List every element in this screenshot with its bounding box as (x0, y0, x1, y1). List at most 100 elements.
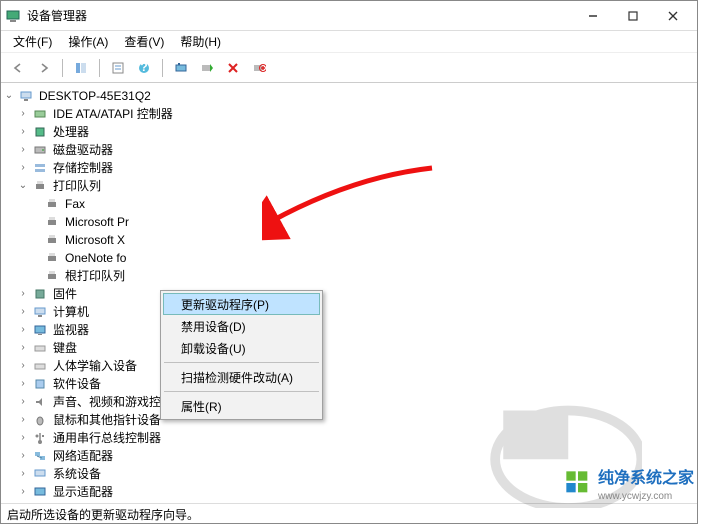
tree-node-hid[interactable]: ›人体学输入设备 (3, 357, 695, 375)
printer-icon (44, 196, 60, 212)
menu-separator (164, 362, 319, 363)
monitor-icon (32, 322, 48, 338)
expander-icon[interactable]: › (17, 105, 29, 123)
tree-node-fax[interactable]: Fax (3, 195, 695, 213)
menu-item-label: 属性(R) (181, 398, 222, 415)
tree-node-keyboard[interactable]: › 键盘 (3, 339, 695, 357)
expander-icon[interactable]: › (17, 285, 29, 303)
status-text: 启动所选设备的更新驱动程序向导。 (7, 508, 199, 522)
node-label: 系统设备 (51, 465, 103, 483)
mouse-icon (32, 412, 48, 428)
cpu-icon (32, 124, 48, 140)
menu-action[interactable]: 操作(A) (62, 31, 114, 52)
ide-icon (32, 106, 48, 122)
menu-item-label: 卸载设备(U) (181, 340, 246, 357)
app-icon (5, 8, 21, 24)
context-menu: 更新驱动程序(P) 禁用设备(D) 卸载设备(U) 扫描检测硬件改动(A) 属性… (160, 290, 323, 420)
expander-icon[interactable]: › (17, 429, 29, 447)
expander-icon[interactable]: ⌄ (17, 177, 29, 195)
printer-icon (32, 178, 48, 194)
tree-node-ide[interactable]: ›IDE ATA/ATAPI 控制器 (3, 105, 695, 123)
tree-node-msxps[interactable]: Microsoft X (3, 231, 695, 249)
disable-button[interactable] (248, 57, 270, 79)
tree-node-disk[interactable]: › 磁盘驱动器 (3, 141, 695, 159)
node-label: 打印队列 (51, 177, 103, 195)
tree-node-monitor[interactable]: › 监视器 (3, 321, 695, 339)
update-driver-button[interactable] (196, 57, 218, 79)
menu-update-driver[interactable]: 更新驱动程序(P) (163, 293, 320, 315)
watermark-title: 纯净系统之家 (598, 470, 694, 487)
usb-icon (32, 430, 48, 446)
menu-disable-device[interactable]: 禁用设备(D) (163, 315, 320, 337)
separator (62, 59, 63, 77)
printer-icon (44, 250, 60, 266)
tree-node-computer[interactable]: ›计算机 (3, 303, 695, 321)
menu-help[interactable]: 帮助(H) (174, 31, 227, 52)
menu-file[interactable]: 文件(F) (7, 31, 58, 52)
printer-icon (44, 268, 60, 284)
root-node[interactable]: ⌄ DESKTOP-45E31Q2 (3, 87, 695, 105)
expander-icon[interactable]: › (17, 159, 29, 177)
expander-icon[interactable]: › (17, 447, 29, 465)
tree-node-cpu[interactable]: ›处理器 (3, 123, 695, 141)
printer-icon (44, 232, 60, 248)
network-icon (32, 448, 48, 464)
menu-view[interactable]: 查看(V) (118, 31, 170, 52)
expander-icon[interactable]: › (17, 123, 29, 141)
menu-properties[interactable]: 属性(R) (163, 395, 320, 417)
uninstall-button[interactable] (222, 57, 244, 79)
node-label: Fax (63, 195, 87, 213)
scan-hardware-button[interactable] (170, 57, 192, 79)
menu-scan-hardware[interactable]: 扫描检测硬件改动(A) (163, 366, 320, 388)
expander-icon[interactable]: › (17, 321, 29, 339)
tree-node-printqueue[interactable]: ⌄ 打印队列 (3, 177, 695, 195)
menu-item-label: 禁用设备(D) (181, 318, 246, 335)
software-icon (32, 376, 48, 392)
node-label: 监视器 (51, 321, 91, 339)
tree-node-msprint[interactable]: Microsoft Pr (3, 213, 695, 231)
menu-uninstall-device[interactable]: 卸载设备(U) (163, 337, 320, 359)
forward-button[interactable] (33, 57, 55, 79)
disk-icon (32, 142, 48, 158)
watermark: 纯净系统之家 www.ycwjzy.com (564, 464, 694, 502)
close-button[interactable] (653, 2, 693, 30)
node-label: Microsoft Pr (63, 213, 131, 231)
hid-icon (32, 358, 48, 374)
back-button[interactable] (7, 57, 29, 79)
expander-icon[interactable]: › (17, 393, 29, 411)
show-hide-tree-button[interactable] (70, 57, 92, 79)
computer-icon (18, 88, 34, 104)
tree-node-rootprint[interactable]: 根打印队列 (3, 267, 695, 285)
menu-separator (164, 391, 319, 392)
node-label: 磁盘驱动器 (51, 141, 115, 159)
node-label: 键盘 (51, 339, 79, 357)
tree-node-firmware[interactable]: › 固件 (3, 285, 695, 303)
window-title: 设备管理器 (27, 7, 573, 24)
expander-icon[interactable]: › (17, 375, 29, 393)
node-label: 显示适配器 (51, 483, 115, 501)
separator (162, 59, 163, 77)
minimize-button[interactable] (573, 2, 613, 30)
maximize-button[interactable] (613, 2, 653, 30)
expander-icon[interactable]: › (17, 465, 29, 483)
tree-node-storage[interactable]: › 存储控制器 (3, 159, 695, 177)
expander-icon[interactable]: › (17, 303, 29, 321)
display-icon (32, 484, 48, 500)
expander-icon[interactable]: › (17, 357, 29, 375)
tree-node-onenote[interactable]: OneNote fo (3, 249, 695, 267)
expander-icon[interactable]: › (17, 483, 29, 501)
help-button[interactable]: ? (133, 57, 155, 79)
expander-icon[interactable]: › (17, 411, 29, 429)
firmware-icon (32, 286, 48, 302)
title-bar: 设备管理器 (1, 1, 697, 31)
system-icon (32, 466, 48, 482)
properties-button[interactable] (107, 57, 129, 79)
node-label: OneNote fo (63, 249, 128, 267)
node-label: 存储控制器 (51, 159, 115, 177)
node-label: 通用串行总线控制器 (51, 429, 163, 447)
expander-icon[interactable]: › (17, 141, 29, 159)
node-label: 固件 (51, 285, 79, 303)
expander-icon[interactable]: ⌄ (3, 87, 15, 105)
expander-icon[interactable]: › (17, 339, 29, 357)
node-label: DESKTOP-45E31Q2 (37, 87, 153, 105)
